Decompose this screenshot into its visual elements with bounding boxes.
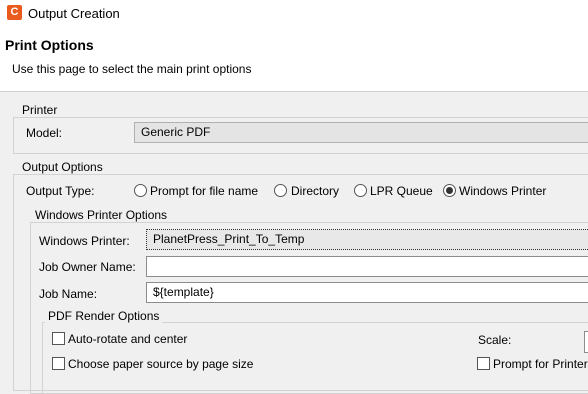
app-logo-icon: C <box>7 5 22 20</box>
prompt-for-printer-checkbox[interactable] <box>477 357 490 370</box>
window-title: Output Creation <box>28 6 120 21</box>
job-name-field[interactable]: ${template} <box>146 282 588 303</box>
auto-rotate-label[interactable]: Auto-rotate and center <box>68 332 187 346</box>
windows-printer-label: Windows Printer: <box>39 234 130 248</box>
radio-lpr-queue-label[interactable]: LPR Queue <box>370 184 433 198</box>
page-title: Print Options <box>5 37 94 53</box>
paper-source-checkbox[interactable] <box>52 357 65 370</box>
radio-windows-printer-label[interactable]: Windows Printer <box>459 184 546 198</box>
radio-directory-label[interactable]: Directory <box>291 184 339 198</box>
job-owner-label: Job Owner Name: <box>39 260 136 274</box>
output-options-legend: Output Options <box>19 160 106 174</box>
model-label: Model: <box>26 126 63 140</box>
radio-prompt-for-file-name-label[interactable]: Prompt for file name <box>150 184 258 198</box>
windows-printer-field[interactable]: PlanetPress_Print_To_Temp <box>146 229 588 250</box>
pdf-render-options-legend: PDF Render Options <box>45 309 163 323</box>
model-field[interactable]: Generic PDF <box>134 122 588 143</box>
radio-prompt-for-file-name[interactable] <box>134 184 147 197</box>
output-type-label: Output Type: <box>26 184 95 198</box>
scale-label: Scale: <box>478 333 512 347</box>
radio-directory[interactable] <box>274 184 287 197</box>
scale-spinner[interactable] <box>584 331 588 353</box>
auto-rotate-checkbox[interactable] <box>52 332 65 345</box>
prompt-for-printer-label[interactable]: Prompt for Printer <box>493 357 588 371</box>
radio-lpr-queue[interactable] <box>354 184 367 197</box>
radio-windows-printer[interactable] <box>443 184 456 197</box>
window-titlebar: C Output Creation <box>0 0 588 27</box>
printer-group-legend: Printer <box>19 103 61 117</box>
paper-source-label[interactable]: Choose paper source by page size <box>68 357 253 371</box>
job-name-label: Job Name: <box>39 287 98 301</box>
page-subtitle: Use this page to select the main print o… <box>12 62 252 76</box>
job-owner-field[interactable] <box>146 256 588 277</box>
windows-printer-options-legend: Windows Printer Options <box>32 208 171 222</box>
page-header: Print Options Use this page to select th… <box>0 27 588 92</box>
